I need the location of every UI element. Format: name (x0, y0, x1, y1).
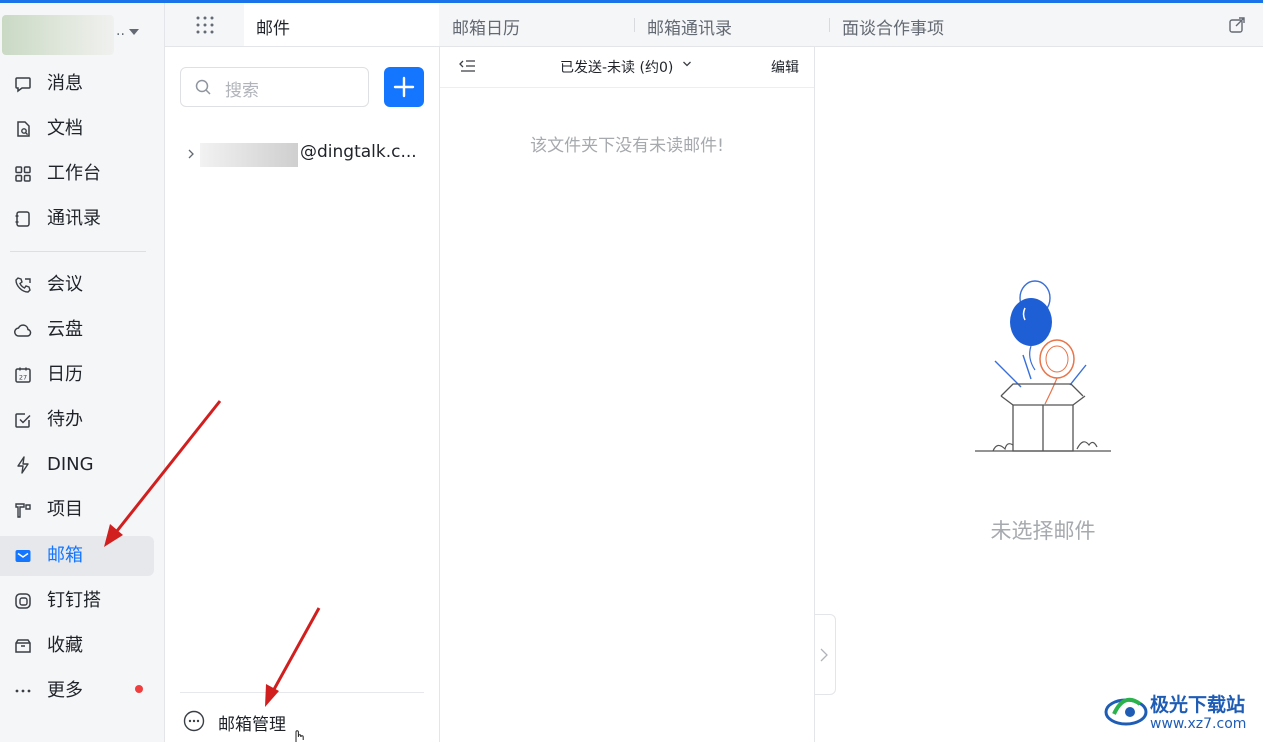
sidebar-item-messages[interactable]: 消息 (0, 64, 154, 104)
checkbox-icon (15, 413, 31, 428)
sidebar-item-label: 钉钉搭 (47, 590, 101, 611)
sidebar-item-label: 收藏 (47, 635, 83, 656)
cloud-icon (14, 324, 32, 337)
chevron-right-icon (820, 648, 828, 662)
mail-list-panel: 已发送-未读 (约0) 编辑 该文件夹下没有未读邮件! (440, 47, 815, 742)
search-input[interactable]: 搜索 (180, 67, 369, 107)
sidebar: .. 消息 文档 工作台 通讯录 会议 云盘 27 日历 待办 DING 项目 (0, 3, 165, 742)
tab-label: 邮箱通讯录 (647, 19, 732, 39)
sidebar-item-todo[interactable]: 待办 (0, 400, 154, 440)
sidebar-item-projects[interactable]: 项目 (0, 490, 154, 530)
open-in-new-window-icon[interactable] (1228, 16, 1246, 34)
sidebar-item-contacts[interactable]: 通讯录 (0, 199, 154, 239)
sidebar-item-workbench[interactable]: 工作台 (0, 154, 154, 194)
sidebar-item-docs[interactable]: 文档 (0, 109, 154, 149)
sidebar-item-label: 通讯录 (47, 208, 101, 229)
tab-label: 邮箱日历 (452, 19, 520, 39)
chevron-right-icon[interactable] (186, 148, 196, 160)
mail-list-header: 已发送-未读 (约0) 编辑 (440, 47, 814, 88)
edit-button[interactable]: 编辑 (771, 57, 799, 77)
tab-label: 邮件 (256, 19, 290, 39)
sidebar-item-label: 云盘 (47, 319, 83, 340)
account-name-redacted (200, 143, 298, 167)
sidebar-item-label: 更多 (47, 680, 83, 701)
sidebar-item-label: 文档 (47, 118, 83, 139)
search-icon (195, 79, 211, 95)
mail-account-row[interactable]: @dingtalk.c... (180, 139, 430, 169)
avatar[interactable] (2, 15, 114, 55)
divider (180, 692, 424, 693)
sidebar-item-favorites[interactable]: 收藏 (0, 626, 154, 666)
caret-down-icon[interactable] (129, 29, 139, 35)
watermark-url: www.xz7.com (1150, 716, 1247, 732)
sidebar-item-calendar[interactable]: 27 日历 (0, 355, 154, 395)
more-circle-icon (183, 710, 205, 732)
grid-icon (15, 166, 31, 182)
no-mail-selected-text: 未选择邮件 (990, 519, 1096, 543)
search-placeholder: 搜索 (225, 81, 259, 101)
chat-bubble-icon (15, 77, 31, 93)
sidebar-item-mail[interactable]: 邮箱 (0, 536, 154, 576)
profile-name-suffix: .. (116, 23, 125, 39)
contacts-book-icon (15, 211, 30, 227)
sidebar-item-label: 消息 (47, 73, 83, 94)
compose-button[interactable] (384, 67, 424, 107)
sidebar-item-more[interactable]: 更多 (0, 671, 154, 711)
sidebar-item-ding[interactable]: DING (0, 445, 154, 485)
hand-cursor-icon (295, 730, 304, 742)
sidebar-item-dingda[interactable]: 钉钉搭 (0, 581, 154, 621)
sidebar-item-label: DING (47, 454, 94, 475)
watermark-logo-icon (1104, 697, 1148, 726)
tab-interview-matters[interactable]: 面谈合作事项 (830, 3, 1025, 46)
sidebar-item-label: 待办 (47, 409, 83, 430)
tab-mail-contacts[interactable]: 邮箱通讯录 (635, 3, 830, 46)
site-watermark: 极光下载站 www.xz7.com (1100, 688, 1260, 738)
sidebar-item-label: 日历 (47, 364, 83, 385)
phone-video-icon (15, 277, 31, 293)
collapse-sidebar-icon[interactable] (458, 58, 476, 74)
watermark-title: 极光下载站 (1150, 694, 1246, 716)
account-email: @dingtalk.c... (300, 142, 417, 162)
document-icon (17, 121, 30, 137)
plus-icon (393, 76, 415, 98)
sidebar-item-label: 邮箱 (47, 545, 83, 566)
sidebar-item-meeting[interactable]: 会议 (0, 265, 154, 305)
sidebar-item-label: 工作台 (47, 163, 101, 184)
more-dots-icon (15, 689, 31, 693)
sidebar-item-label: 项目 (47, 499, 83, 520)
reading-pane: 未选择邮件 (815, 47, 1263, 742)
calendar-icon: 27 (15, 367, 31, 383)
tab-label: 面谈合作事项 (842, 19, 944, 39)
svg-text:27: 27 (19, 374, 27, 382)
sidebar-item-label: 会议 (47, 274, 83, 295)
empty-folder-message: 该文件夹下没有未读邮件! (530, 136, 724, 156)
box-icon (15, 639, 31, 653)
sidebar-item-cloud-drive[interactable]: 云盘 (0, 310, 154, 350)
mail-icon (15, 550, 31, 562)
expand-panel-handle[interactable] (815, 614, 836, 695)
tab-bar: 邮件 邮箱日历 邮箱通讯录 面谈合作事项 (165, 3, 1263, 47)
lightning-icon (17, 456, 29, 474)
divider (10, 251, 146, 252)
folder-panel: 搜索 @dingtalk.c... 邮箱管理 (165, 47, 440, 742)
tab-mail-calendar[interactable]: 邮箱日历 (440, 3, 635, 46)
mailbox-management-label: 邮箱管理 (218, 715, 286, 735)
project-icon (15, 503, 31, 518)
tab-mail[interactable]: 邮件 (244, 3, 439, 46)
app-builder-icon (15, 593, 31, 609)
apps-grid-icon[interactable] (195, 15, 215, 35)
chevron-down-icon[interactable] (682, 60, 692, 68)
folder-filter-dropdown[interactable]: 已发送-未读 (约0) (560, 57, 673, 77)
notification-dot (135, 685, 143, 693)
empty-mail-illustration (975, 280, 1111, 452)
